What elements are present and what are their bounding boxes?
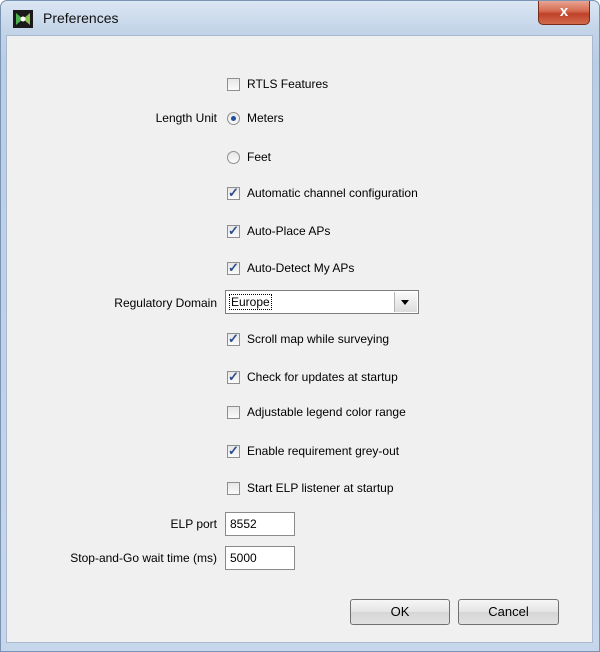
regulatory-domain-value: Europe [229, 294, 272, 310]
elp-listener-checkbox[interactable] [227, 482, 240, 495]
auto-place-label[interactable]: Auto-Place APs [247, 224, 330, 238]
close-button[interactable]: x [538, 1, 590, 25]
elp-port-label: ELP port [170, 517, 217, 531]
regulatory-domain-select[interactable]: Europe [225, 290, 419, 314]
scroll-map-checkbox[interactable] [227, 331, 240, 347]
elp-listener-label[interactable]: Start ELP listener at startup [247, 481, 394, 495]
check-updates-checkbox[interactable] [227, 369, 240, 385]
close-icon: x [559, 3, 569, 20]
app-icon [13, 10, 33, 28]
auto-channel-label[interactable]: Automatic channel configuration [247, 186, 418, 200]
auto-place-checkbox[interactable] [227, 223, 240, 239]
stop-go-label: Stop-and-Go wait time (ms) [70, 551, 217, 565]
meters-label[interactable]: Meters [247, 111, 284, 125]
feet-label[interactable]: Feet [247, 150, 271, 164]
scroll-map-label[interactable]: Scroll map while surveying [247, 332, 389, 346]
legend-range-label[interactable]: Adjustable legend color range [247, 405, 406, 419]
cancel-button[interactable]: Cancel [458, 599, 559, 625]
length-unit-label: Length Unit [155, 111, 217, 125]
auto-channel-checkbox[interactable] [227, 185, 240, 201]
rtls-features-label[interactable]: RTLS Features [247, 77, 328, 91]
legend-range-checkbox[interactable] [227, 406, 240, 419]
window-title: Preferences [43, 10, 119, 26]
auto-detect-label[interactable]: Auto-Detect My APs [247, 261, 354, 275]
check-updates-label[interactable]: Check for updates at startup [247, 370, 398, 384]
grey-out-label[interactable]: Enable requirement grey-out [247, 444, 399, 458]
dropdown-button[interactable] [394, 292, 417, 312]
chevron-down-icon [401, 300, 409, 305]
grey-out-checkbox[interactable] [227, 443, 240, 459]
rtls-features-checkbox[interactable] [227, 78, 240, 91]
preferences-window: Preferences x RTLS Features Length Unit … [0, 0, 600, 652]
meters-radio[interactable] [227, 112, 240, 125]
elp-port-field[interactable] [225, 512, 295, 536]
preferences-panel: RTLS Features Length Unit Meters Feet Au… [6, 35, 593, 643]
ok-button[interactable]: OK [350, 599, 450, 625]
auto-detect-checkbox[interactable] [227, 260, 240, 276]
regulatory-domain-label: Regulatory Domain [114, 296, 217, 310]
title-bar: Preferences x [1, 1, 599, 35]
stop-go-field[interactable] [225, 546, 295, 570]
feet-radio[interactable] [227, 151, 240, 164]
